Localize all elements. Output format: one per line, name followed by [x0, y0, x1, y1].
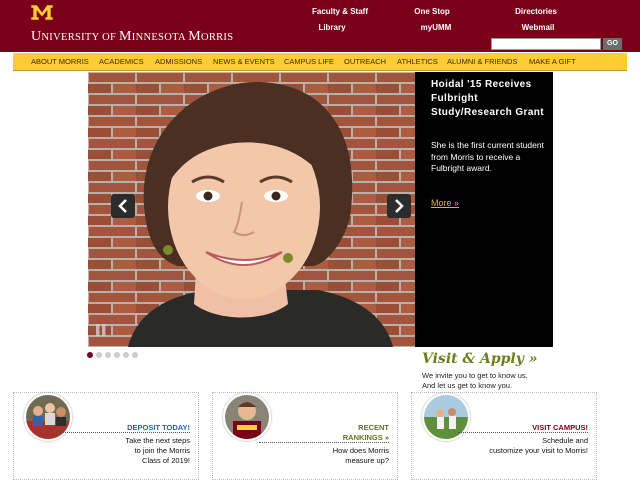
slider-dot[interactable]: [87, 352, 93, 358]
hero-title: Hoidal '15 Receives Fulbright Study/Rese…: [431, 79, 545, 118]
library-link[interactable]: Library: [318, 23, 345, 32]
slider-dot[interactable]: [96, 352, 102, 358]
rankings-photo: [223, 393, 271, 441]
promo-box-visit[interactable]: VISIT CAMPUS! Schedule and customize you…: [411, 392, 597, 480]
search-go-button[interactable]: GO: [603, 38, 622, 50]
webmail-link[interactable]: Webmail: [522, 23, 555, 32]
slider-dot[interactable]: [114, 352, 120, 358]
hero-photo[interactable]: [88, 72, 415, 347]
nav-outreach[interactable]: OUTREACH: [344, 53, 386, 71]
university-m-logo[interactable]: [30, 4, 54, 21]
nav-athletics[interactable]: ATHLETICS: [397, 53, 438, 71]
one-stop-link[interactable]: One Stop: [414, 7, 450, 16]
box-text: Take the next steps: [125, 436, 190, 445]
rankings-title[interactable]: RECENT: [358, 423, 389, 432]
box-text: measure up?: [345, 456, 389, 465]
hero-caption-panel: Hoidal '15 Receives Fulbright Study/Rese…: [415, 72, 553, 347]
hero-next-button[interactable]: [387, 194, 411, 218]
myumm-link[interactable]: myUMM: [421, 23, 452, 32]
visit-apply-heading[interactable]: Visit & Apply »: [422, 351, 538, 367]
box-text: Class of 2019!: [142, 456, 190, 465]
nav-campus-life[interactable]: CAMPUS LIFE: [284, 53, 334, 71]
hero-description: She is the first current student from Mo…: [431, 140, 544, 173]
directories-link[interactable]: Directories: [515, 7, 557, 16]
faculty-staff-link[interactable]: Faculty & Staff: [312, 7, 368, 16]
hero-slideshow: Hoidal '15 Receives Fulbright Study/Rese…: [88, 72, 553, 347]
nav-admissions[interactable]: ADMISSIONS: [155, 53, 202, 71]
wordmark-part: ORRIS: [200, 32, 234, 43]
box-text: Schedule and: [542, 436, 588, 445]
wordmark-part: M: [119, 29, 132, 44]
visit-photo: [422, 393, 470, 441]
hero-prev-button[interactable]: [111, 194, 135, 218]
nav-academics[interactable]: ACADEMICS: [99, 53, 144, 71]
visit-line: We invite you to get to know us.: [422, 371, 528, 380]
nav-news-events[interactable]: NEWS & EVENTS: [213, 53, 275, 71]
search-input[interactable]: [491, 38, 601, 50]
visit-campus-title[interactable]: VISIT CAMPUS!: [532, 423, 588, 432]
wordmark-part: NIVERSITY OF: [41, 32, 120, 43]
promo-box-rankings[interactable]: RECENT RANKINGS » How does Morris measur…: [212, 392, 398, 480]
chevron-left-icon: [118, 199, 127, 213]
nav-make-a-gift[interactable]: MAKE A GIFT: [529, 53, 576, 71]
main-nav: ABOUT MORRIS ACADEMICS ADMISSIONS NEWS &…: [13, 53, 627, 71]
deposit-title[interactable]: DEPOSIT TODAY!: [127, 423, 190, 432]
slider-dot[interactable]: [105, 352, 111, 358]
wordmark-part: U: [31, 29, 42, 44]
wordmark-part: INNESOTA: [131, 32, 189, 43]
promo-box-deposit[interactable]: DEPOSIT TODAY! Take the next steps to jo…: [13, 392, 199, 480]
divider: [458, 432, 588, 433]
visit-line: And let us get to know you.: [422, 381, 513, 390]
site-header: UNIVERSITY OF MINNESOTA MORRIS Faculty &…: [0, 0, 640, 52]
nav-alumni-friends[interactable]: ALUMNI & FRIENDS: [447, 53, 517, 71]
rankings-title[interactable]: RANKINGS »: [343, 433, 389, 442]
nav-about-morris[interactable]: ABOUT MORRIS: [31, 53, 89, 71]
divider: [60, 432, 190, 433]
deposit-photo: [24, 393, 72, 441]
slider-dot[interactable]: [132, 352, 138, 358]
divider: [259, 442, 389, 443]
hero-more-link[interactable]: More »: [431, 198, 459, 208]
pause-icon[interactable]: [95, 323, 107, 337]
chevron-right-icon: [395, 199, 404, 213]
university-wordmark[interactable]: UNIVERSITY OF MINNESOTA MORRIS: [31, 28, 233, 45]
box-text: customize your visit to Morris!: [489, 446, 588, 455]
box-text: to join the Morris: [134, 446, 190, 455]
wordmark-part: M: [188, 29, 201, 44]
box-text: How does Morris: [332, 446, 389, 455]
slider-dot[interactable]: [123, 352, 129, 358]
